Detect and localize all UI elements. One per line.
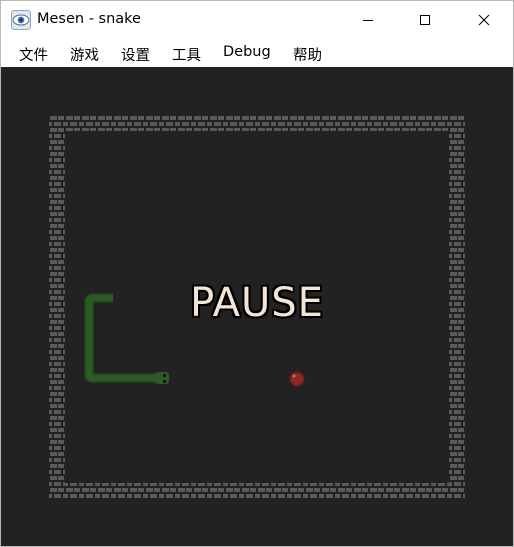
close-icon: [478, 14, 490, 26]
pause-label: PAUSE: [190, 280, 324, 326]
menu-debug[interactable]: Debug: [223, 44, 271, 60]
menu-settings[interactable]: 设置: [121, 44, 150, 65]
game-screen[interactable]: PAUSE: [1, 67, 513, 546]
maximize-icon: [420, 15, 430, 25]
mesen-eye-icon: [11, 10, 31, 30]
menu-file[interactable]: 文件: [19, 44, 48, 65]
menu-game[interactable]: 游戏: [70, 44, 99, 65]
window-title: Mesen - snake: [37, 11, 141, 27]
snake-head: [155, 372, 169, 384]
emulator-window: Mesen - snake 文件 游戏 设置 工具 Debug 帮助 PAUSE: [0, 0, 514, 547]
apple: [289, 369, 305, 387]
maximize-button[interactable]: [402, 1, 448, 39]
close-button[interactable]: [461, 1, 507, 39]
menu-tools[interactable]: 工具: [172, 44, 201, 65]
minimize-icon: [363, 20, 373, 21]
title-bar[interactable]: Mesen - snake: [1, 1, 513, 39]
menu-bar: 文件 游戏 设置 工具 Debug 帮助: [1, 39, 513, 67]
menu-help[interactable]: 帮助: [293, 44, 322, 65]
minimize-button[interactable]: [345, 1, 391, 39]
